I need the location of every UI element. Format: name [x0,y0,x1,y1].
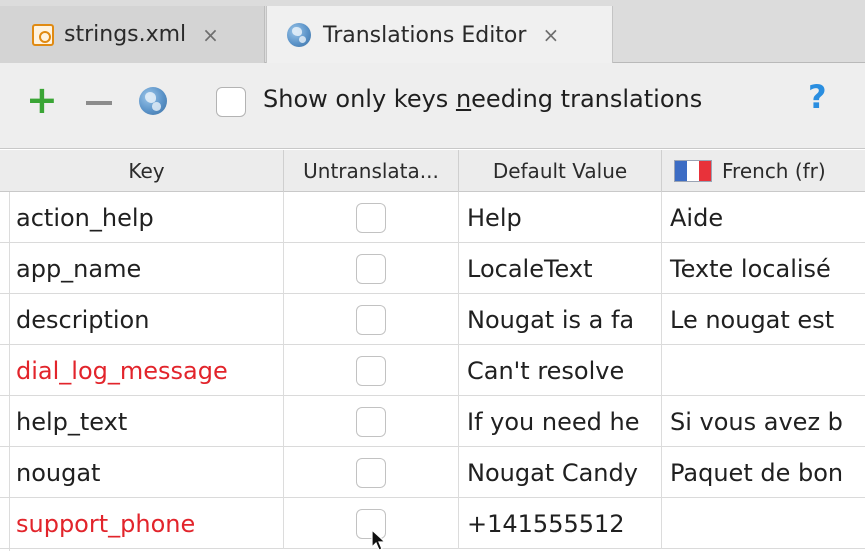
remove-key-button[interactable] [86,101,112,105]
key-cell-missing-translation[interactable]: support_phone [10,498,284,549]
french-cell[interactable]: Texte localisé [662,243,865,294]
untranslatable-cell [284,396,459,447]
close-icon[interactable]: × [542,23,559,47]
show-only-needing-translation-label[interactable]: Show only keys needing translations [263,85,702,113]
untranslatable-checkbox[interactable] [356,253,386,284]
default-value-cell[interactable]: If you need he [459,396,662,447]
column-header-french-label: French (fr) [722,159,826,183]
default-value-cell[interactable]: Nougat Candy [459,447,662,498]
french-cell[interactable]: Aide [662,192,865,243]
xml-file-icon [32,23,54,46]
table-row[interactable]: app_name LocaleText Texte localisé [0,243,865,294]
table-row[interactable]: nougat Nougat Candy Paquet de bon [0,447,865,498]
key-cell[interactable]: nougat [10,447,284,498]
untranslatable-checkbox[interactable] [356,355,386,386]
close-icon[interactable]: × [202,23,219,47]
untranslatable-checkbox[interactable] [356,304,386,335]
help-icon[interactable]: ? [808,81,827,113]
key-cell[interactable]: action_help [10,192,284,243]
untranslatable-checkbox[interactable] [356,406,386,437]
tab-translations-editor[interactable]: Translations Editor × [266,6,613,64]
table-row[interactable]: help_text If you need he Si vous avez b [0,396,865,447]
column-header-key[interactable]: Key [10,150,284,192]
globe-icon [287,23,311,47]
column-header-french[interactable]: French (fr) [662,150,865,192]
untranslatable-cell [284,243,459,294]
table-row[interactable]: dial_log_message Can't resolve [0,345,865,396]
untranslatable-cell [284,294,459,345]
untranslatable-checkbox[interactable] [356,202,386,233]
table-row[interactable]: description Nougat is a fa Le nougat est [0,294,865,345]
french-cell[interactable] [662,498,865,549]
tab-label: Translations Editor [323,22,527,48]
key-cell[interactable]: help_text [10,396,284,447]
editor-tab-bar: strings.xml × Translations Editor × [0,0,865,64]
default-value-cell[interactable]: LocaleText [459,243,662,294]
column-header-untranslatable[interactable]: Untranslata... [284,150,459,192]
default-value-cell[interactable]: Nougat is a fa [459,294,662,345]
untranslatable-checkbox[interactable] [356,457,386,488]
french-flag-icon [674,160,712,182]
key-cell[interactable]: description [10,294,284,345]
tab-label: strings.xml [64,22,187,47]
tab-strings-xml[interactable]: strings.xml × [0,6,265,63]
add-locale-globe-icon[interactable] [139,87,167,115]
untranslatable-cell [284,447,459,498]
column-header-default-value[interactable]: Default Value [459,150,662,192]
show-only-needing-translation-checkbox[interactable] [216,87,246,117]
table-row[interactable]: action_help Help Aide [0,192,865,243]
translations-toolbar: + Show only keys needing translations ? [0,63,865,149]
default-value-cell[interactable]: Help [459,192,662,243]
add-key-button[interactable]: + [26,81,58,119]
default-value-cell[interactable]: +141555512 [459,498,662,549]
default-value-cell[interactable]: Can't resolve [459,345,662,396]
key-cell[interactable]: app_name [10,243,284,294]
table-header: Key Untranslata... Default Value French … [0,150,865,192]
french-cell[interactable]: Si vous avez b [662,396,865,447]
untranslatable-cell [284,192,459,243]
french-cell[interactable]: Paquet de bon [662,447,865,498]
french-cell[interactable]: Le nougat est [662,294,865,345]
french-cell[interactable] [662,345,865,396]
table-row[interactable]: support_phone +141555512 [0,498,865,549]
untranslatable-cell [284,345,459,396]
key-cell-missing-translation[interactable]: dial_log_message [10,345,284,396]
